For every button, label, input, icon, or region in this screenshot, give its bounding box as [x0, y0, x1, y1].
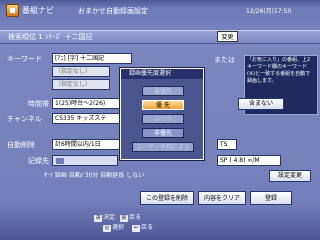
time-label: 時間帯 [28, 100, 49, 108]
autodelete-field[interactable]: 計6時間以内/1日 [52, 139, 120, 150]
dpad-icon: ◎ [103, 225, 111, 232]
autodelete-label: 自動削除 [7, 141, 35, 149]
keyword-label: キーワード [7, 55, 42, 63]
priority-high-option[interactable]: 優 先 [142, 100, 184, 110]
app-logo-icon [6, 4, 19, 17]
user-reservation-option[interactable]: ユーザー予約にする [132, 142, 194, 152]
return-key-icon: ↩ [132, 225, 140, 232]
back-hint: 戻戻る [120, 214, 142, 222]
register-button[interactable]: 登録 [250, 191, 292, 205]
clock: 12/26(月)17:50 [246, 8, 292, 15]
priority-low-option[interactable]: 非優先 [142, 128, 184, 138]
channel-field[interactable]: CS335 キッズステ [52, 113, 120, 124]
time-field[interactable]: 1(25)時台～2(26) [52, 98, 120, 109]
decide-hint: 決決定 [94, 214, 116, 222]
search-rank: 検索順位 1 ｼﾘｰｽﾞ 十二国記 [8, 33, 93, 41]
page-title: おまかせ自動録画設定 [78, 7, 148, 15]
keyword-field-2[interactable]: （指定なし） [52, 66, 110, 77]
return-hint: ↩ 戻る [132, 224, 154, 232]
priority-dialog: 録画優先度選択 最優先 優 先 ふつう 非優先 ユーザー予約にする [120, 68, 204, 160]
change-button[interactable]: 変更 [217, 31, 238, 42]
recorder-label: 記録先 [28, 157, 49, 165]
footer-bar [0, 208, 320, 240]
exclude-button[interactable]: 含まない [238, 98, 284, 110]
enter-key-icon: 決 [94, 215, 102, 222]
keyword-field-3[interactable]: （指定なし） [52, 79, 110, 90]
or-label: または [214, 56, 235, 64]
bottom-status: ｵｰﾄ 録画 自動/ 30分 自動延長 しない [44, 172, 145, 179]
dialog-title: 録画優先度選択 [121, 69, 203, 79]
select-hint: ◎ 選択 [103, 224, 125, 232]
app-title: 番組ナビ [22, 6, 54, 15]
recording-mode-field[interactable]: TS [217, 139, 237, 150]
video-quality-field[interactable]: SP ( 4.8) ∞/M [217, 155, 281, 166]
channel-label: チャンネル [7, 115, 42, 123]
setting-change-button[interactable]: 設定変更 [269, 170, 311, 182]
folder-icon [56, 158, 64, 164]
priority-highest-option[interactable]: 最優先 [142, 86, 184, 96]
keyword-field[interactable]: [ｱﾆ] [字] 十二国記 [52, 53, 132, 64]
folder-field[interactable] [52, 155, 118, 166]
priority-normal-option[interactable]: ふつう [142, 114, 184, 124]
tv-screen: 番組ナビ おまかせ自動録画設定 12/26(月)17:50 検索順位 1 ｼﾘｰ… [0, 0, 320, 240]
clear-content-button[interactable]: 内容をクリア [198, 191, 246, 205]
register-delete-button[interactable]: この登録を削除 [140, 191, 194, 205]
back-key-icon: 戻 [120, 215, 128, 222]
